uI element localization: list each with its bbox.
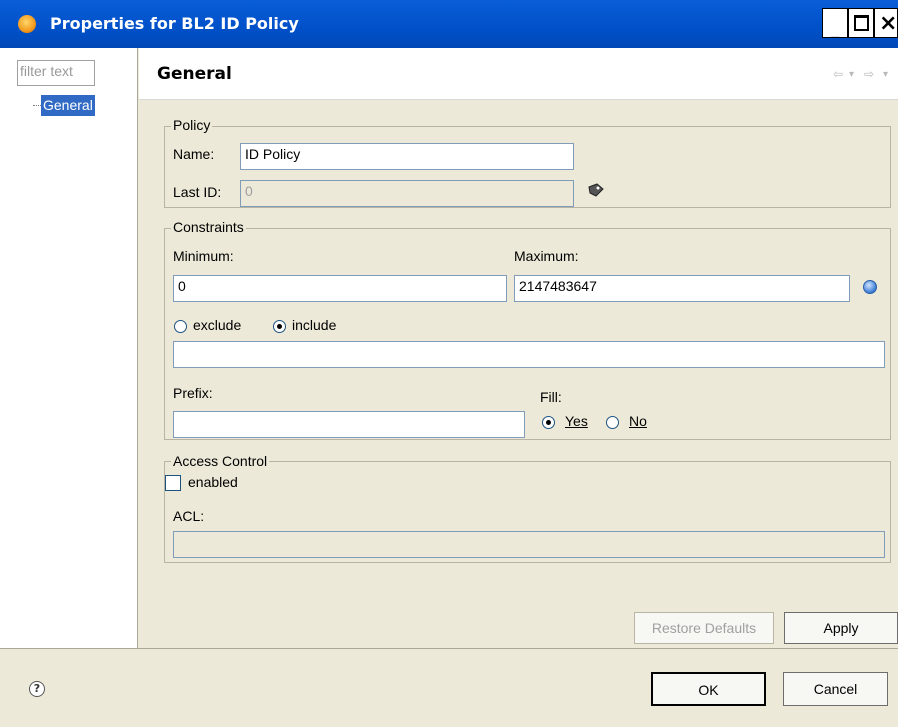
pattern-field[interactable] [173,341,885,368]
properties-app-icon [18,15,36,33]
tree-item-general[interactable]: General [41,95,95,116]
exclude-radio[interactable] [174,320,187,333]
close-icon: × [879,11,898,36]
apply-button[interactable]: Apply [784,612,898,644]
fill-yes-radio[interactable] [542,416,555,429]
maximum-field[interactable]: 2147483647 [514,275,850,302]
tree-connector [33,105,41,106]
name-label: Name: [173,146,215,162]
filter-input[interactable]: filter text [17,60,95,86]
policy-legend: Policy [171,117,213,133]
minimum-label: Minimum: [173,248,234,264]
acl-field [173,531,885,558]
tag-icon[interactable] [588,183,604,197]
access-control-legend: Access Control [171,453,270,469]
ok-button[interactable]: OK [651,672,766,706]
enabled-label: enabled [188,474,238,490]
cancel-button[interactable]: Cancel [783,672,888,706]
fill-label: Fill: [540,389,562,405]
maximize-button[interactable] [848,8,874,38]
acl-label: ACL: [173,508,205,524]
fill-yes-label: Yes [565,413,588,429]
back-arrow-icon[interactable]: ⇦ [833,67,843,81]
maximize-icon [854,15,869,31]
forward-dropdown-icon[interactable]: ▾ [883,69,888,80]
maximum-label: Maximum: [514,248,579,264]
restore-defaults-button[interactable]: Restore Defaults [634,612,774,644]
last-id-field: 0 [240,180,574,207]
minimize-button[interactable]: _ [822,8,848,38]
page-title: General [157,64,232,84]
forward-arrow-icon[interactable]: ⇨ [864,67,874,81]
include-radio[interactable] [273,320,286,333]
last-id-label: Last ID: [173,184,222,200]
window-title: Properties for BL2 ID Policy [50,14,299,33]
minimum-field[interactable]: 0 [173,275,507,302]
prefix-label: Prefix: [173,385,213,401]
fill-no-radio[interactable] [606,416,619,429]
fill-no-label: No [629,413,647,429]
minimize-icon: _ [831,19,839,38]
enabled-checkbox[interactable] [165,475,181,491]
sidebar [0,48,138,648]
include-label: include [292,317,337,333]
page-header [139,48,898,100]
info-icon[interactable] [863,280,877,294]
prefix-field[interactable] [173,411,525,438]
help-icon[interactable]: ? [29,681,45,697]
constraints-legend: Constraints [171,219,246,235]
name-field[interactable]: ID Policy [240,143,574,170]
close-button[interactable]: × [874,8,898,38]
exclude-label: exclude [193,317,242,333]
back-dropdown-icon[interactable]: ▾ [849,69,854,80]
